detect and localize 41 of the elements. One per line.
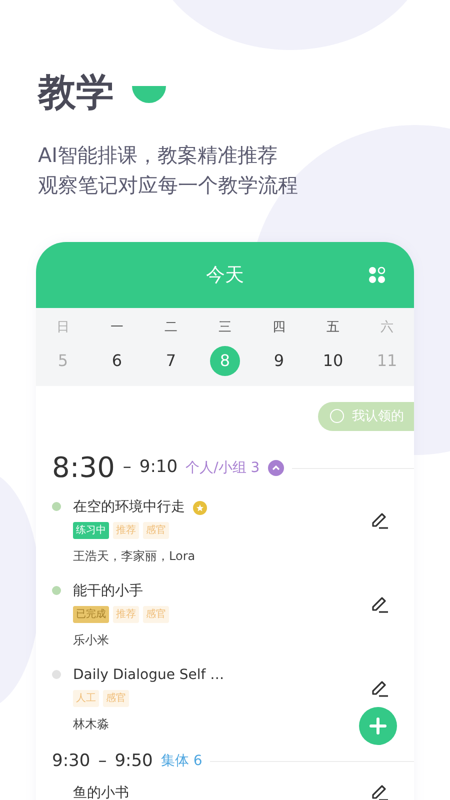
tag: 感官 xyxy=(103,690,129,707)
subtitle-line: AI智能排课，教案精准推荐 xyxy=(38,142,279,169)
activity-title: 鱼的小书 xyxy=(73,784,129,800)
start-time: 9:30 xyxy=(52,750,90,773)
group-label: 个人/小组 3 xyxy=(186,458,260,478)
weekday-label: 三 xyxy=(218,319,232,337)
weekday-label: 四 xyxy=(272,319,286,337)
end-time: 9:50 xyxy=(114,750,153,773)
checkbox-icon xyxy=(330,409,344,424)
header-title: 今天 xyxy=(206,262,244,288)
weekday-label: 一 xyxy=(110,319,124,337)
activity-title: Daily Dialogue Self … xyxy=(73,666,224,685)
tag: 感官 xyxy=(143,606,169,623)
chevron-up-icon[interactable] xyxy=(268,460,284,476)
weekday-label: 五 xyxy=(326,319,340,337)
end-time: 9:10 xyxy=(139,456,178,480)
start-time: 8:30 xyxy=(52,450,115,486)
tag: 已完成 xyxy=(73,606,109,623)
date-cell[interactable]: 7 xyxy=(156,346,186,376)
activity-title: 能干的小手 xyxy=(73,582,143,601)
date-cell[interactable]: 9 xyxy=(264,346,294,376)
date-cell[interactable]: 6 xyxy=(102,346,132,376)
heading-title: 教学 xyxy=(38,70,114,116)
subtitle-line: 观察笔记对应每一个教学流程 xyxy=(38,172,299,199)
weekday-label: 六 xyxy=(380,319,394,337)
student-names: 乐小米 xyxy=(73,632,110,649)
weekday-label: 二 xyxy=(164,319,178,337)
time-separator: – xyxy=(98,750,107,773)
plus-icon xyxy=(369,717,387,735)
tag: 感官 xyxy=(143,522,169,539)
tag: 推荐 xyxy=(113,606,139,623)
tag: 人工 xyxy=(73,690,99,707)
tag: 推荐 xyxy=(113,522,139,539)
time-separator: – xyxy=(122,456,132,480)
tag: 练习中 xyxy=(73,522,109,539)
weekday-label: 日 xyxy=(56,319,70,337)
student-names: 王浩天，李家丽，Lora xyxy=(73,548,196,565)
date-cell[interactable]: 10 xyxy=(318,346,348,376)
activity-title: 在空的环境中行走 xyxy=(73,498,185,517)
student-names: 林木淼 xyxy=(73,716,110,733)
group-label: 集体 6 xyxy=(160,752,202,772)
